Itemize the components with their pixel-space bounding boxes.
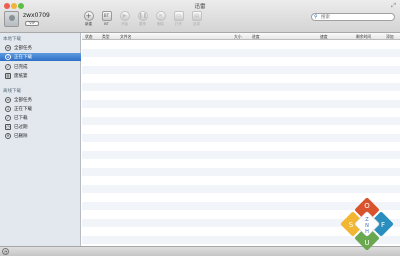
sidebar-item-local-completed[interactable]: ✓ 已完成 xyxy=(0,63,81,71)
table-row xyxy=(82,74,400,83)
username: zwx0709 xyxy=(23,12,50,19)
expired-icon: ◷ xyxy=(5,124,11,130)
table-row xyxy=(82,108,400,117)
lixian-download-section-title: 离线下载 xyxy=(3,89,21,94)
delete-icon: ✕ xyxy=(155,11,166,21)
fullscreen-icon[interactable]: ⤢ xyxy=(391,2,396,10)
sozhu-watermark-logo: O S F Z N H U xyxy=(340,197,394,251)
open-folder-icon: ▭ xyxy=(173,11,184,21)
completed-icon: ✓ xyxy=(5,64,11,70)
avatar[interactable] xyxy=(4,11,19,27)
sidebar-item-lixian-downloaded[interactable]: ✓ 已下载 xyxy=(0,114,81,122)
search-input[interactable] xyxy=(321,14,391,20)
table-row xyxy=(82,99,400,108)
table-row xyxy=(82,184,400,193)
pause-icon: ❚❚ xyxy=(137,11,148,21)
sidebar-item-lixian-all-tasks[interactable]: ≡ 全部任务 xyxy=(0,96,81,104)
speed-limit-icon[interactable]: ◔ xyxy=(2,248,9,255)
table-row xyxy=(82,176,400,185)
pause-button[interactable]: ❚❚ 暂停 xyxy=(136,11,149,32)
local-download-section-title: 本地下载 xyxy=(3,37,21,42)
deleted-icon: ✕ xyxy=(5,133,11,139)
table-row xyxy=(82,82,400,91)
downloading-icon: ↓ xyxy=(5,54,11,60)
logo-letter-h: H xyxy=(365,229,369,235)
vip-badge[interactable]: VIP xyxy=(25,21,39,26)
start-button[interactable]: ▶ 开始 xyxy=(118,11,131,32)
logo-letter-f: F xyxy=(381,221,385,229)
trash-icon: ▥ xyxy=(5,73,11,79)
play-icon: ▶ xyxy=(119,11,130,21)
table-row xyxy=(82,40,400,49)
window-titlebar: 迅雷 ⤢ zwx0709 VIP + 新建 BT BT ▶ 开始 ❚❚ 暂停 ✕… xyxy=(0,0,400,33)
directory-button[interactable]: ▤ 目录 xyxy=(190,11,203,32)
search-icon: ⚲ xyxy=(314,14,318,20)
table-row xyxy=(82,48,400,57)
logo-letter-s: S xyxy=(349,221,354,229)
sidebar-item-trash[interactable]: ▥ 废纸篓 xyxy=(0,72,81,80)
table-row xyxy=(82,91,400,100)
delete-button[interactable]: ✕ 删除 xyxy=(154,11,167,32)
table-row xyxy=(82,57,400,66)
plus-icon: + xyxy=(83,11,94,21)
table-row xyxy=(82,116,400,125)
bt-button[interactable]: BT BT xyxy=(100,11,113,32)
table-header: 状态 类型 文件名 大小 进度 速度 剩余时间 添加 xyxy=(82,33,400,40)
table-row xyxy=(82,65,400,74)
sidebar-item-lixian-downloading[interactable]: ↓ 正在下载 xyxy=(0,105,81,113)
logo-letter-o: O xyxy=(364,202,370,210)
downloaded-icon: ✓ xyxy=(5,115,11,121)
search-box[interactable]: ⚲ xyxy=(311,13,395,21)
logo-letter-u: U xyxy=(364,239,369,247)
open-button[interactable]: ▭ 打开 xyxy=(172,11,185,32)
directory-icon: ▤ xyxy=(191,11,202,21)
sidebar-item-local-downloading[interactable]: ↓ 正在下载 xyxy=(0,53,81,61)
all-tasks-icon: ≡ xyxy=(5,45,11,51)
new-task-button[interactable]: + 新建 xyxy=(82,11,95,32)
table-row xyxy=(82,142,400,151)
table-row xyxy=(82,125,400,134)
sidebar: 本地下载 ≡ 全部任务 ↓ 正在下载 ✓ 已完成 ▥ 废纸篓 离线下载 ≡ 全部… xyxy=(0,33,81,246)
sidebar-item-lixian-expired[interactable]: ◷ 已过期 xyxy=(0,123,81,131)
sidebar-item-lixian-deleted[interactable]: ✕ 已删除 xyxy=(0,132,81,140)
table-row xyxy=(82,150,400,159)
table-row xyxy=(82,133,400,142)
table-row xyxy=(82,159,400,168)
downloading-icon: ↓ xyxy=(5,106,11,112)
window-title: 迅雷 xyxy=(194,4,206,10)
sidebar-item-local-all-tasks[interactable]: ≡ 全部任务 xyxy=(0,44,81,52)
table-row xyxy=(82,167,400,176)
all-tasks-icon: ≡ xyxy=(5,97,11,103)
bt-icon: BT xyxy=(101,11,112,21)
